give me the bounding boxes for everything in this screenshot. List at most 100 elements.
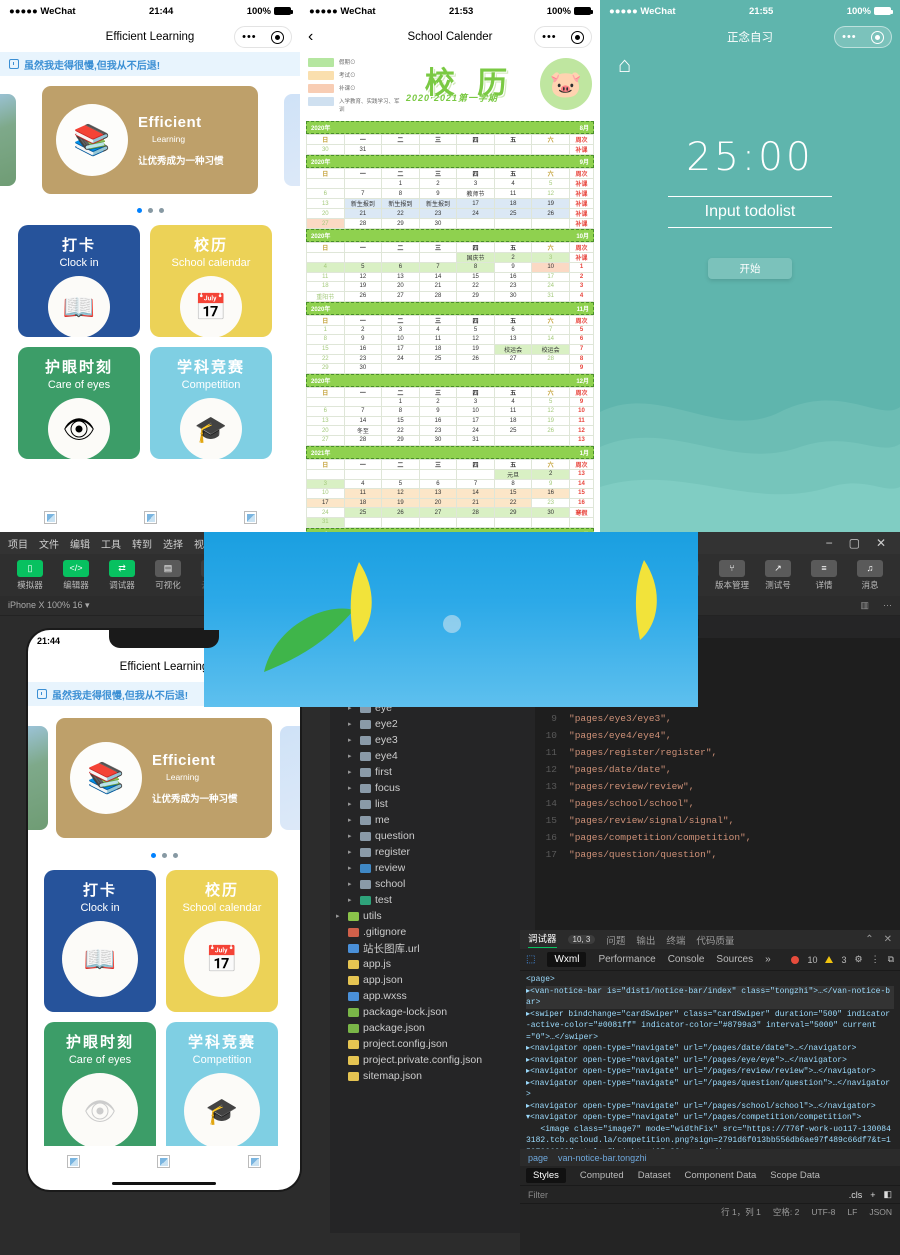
minimize-button[interactable]: − [826,536,833,550]
calendar-day-cell[interactable] [343,468,383,480]
calendar-day-cell[interactable]: 9 [569,363,594,374]
calendar-day-cell[interactable] [531,363,570,374]
add-rule-button[interactable]: + [870,1190,875,1200]
calendar-day-cell[interactable]: 20 [381,281,420,292]
calendar-day-cell[interactable]: 12 [531,406,570,417]
calendar-day-cell[interactable]: 7 [531,324,570,335]
calendar-day-cell[interactable]: 29 [493,507,533,518]
calendar-day-cell[interactable]: 21 [418,281,458,292]
close-button[interactable]: ✕ [876,536,886,550]
calendar-day-cell[interactable]: 7 [343,188,383,199]
calendar-day-cell[interactable] [381,144,420,155]
calendar-day-cell[interactable]: 21 [456,497,495,508]
calendar-day-cell[interactable] [456,363,495,374]
toolbar-simulator[interactable]: ▯ 模拟器 [10,559,50,591]
calendar-day-cell[interactable]: 28 [418,290,458,302]
settings-gear-icon[interactable]: ⚙ [854,954,862,965]
calendar-day-cell[interactable]: 29 [456,290,495,302]
chevron-icon[interactable]: ▸ [348,784,356,792]
calendar-day-cell[interactable] [456,517,495,528]
wxml-tree-view[interactable]: <page> ▸<van-notice-bar is="dist1/notice-… [520,971,900,1149]
tree-folder-register[interactable]: ▸ register [330,844,535,860]
calendar-day-cell[interactable]: 26 [381,507,420,518]
calendar-day-cell[interactable]: 5 [531,178,570,189]
calendar-day-cell[interactable]: 27 [493,353,533,364]
sim-card-swiper[interactable]: 📚 Efficient Learning 让优秀成为一种习惯 [28,718,300,846]
tree-folder-test[interactable]: ▸ test [330,892,535,908]
tree-file-sitemap.json[interactable]: sitemap.json [330,1068,535,1084]
card-care-of-eyes[interactable]: 护眼时刻 Care of eyes 👁 [18,347,140,459]
calendar-day-cell[interactable]: 12 [381,488,420,499]
calendar-day-cell[interactable]: 25 [493,425,533,436]
calendar-day-cell[interactable]: 20 [306,425,345,436]
toolbar-editor[interactable]: </> 编辑器 [56,559,96,591]
calendar-day-cell[interactable] [493,218,533,229]
calendar-day-cell[interactable]: 7 [418,262,458,273]
calendar-day-cell[interactable]: 13 [306,415,345,426]
tab-sources[interactable]: Sources [716,954,753,965]
code-line[interactable]: 11 "pages/register/register", [535,744,900,761]
calendar-day-cell[interactable]: 20 [306,208,345,219]
calendar-day-cell[interactable]: 27 [418,507,458,518]
calendar-day-cell[interactable]: 6 [418,478,458,489]
calendar-day-cell[interactable]: 补课 [569,218,594,229]
calendar-day-cell[interactable]: 9 [531,478,570,489]
calendar-day-cell[interactable]: 19 [531,198,570,209]
menu-item-project[interactable]: 项目 [8,536,28,551]
calendar-day-cell[interactable]: 18 [493,198,533,209]
calendar-day-cell[interactable]: 10 [531,262,570,273]
calendar-day-cell[interactable]: 9 [493,262,533,273]
wxml-node[interactable]: ▸<van-notice-bar is="dist1/notice-bar/in… [526,985,894,1009]
calendar-day-cell[interactable]: 19 [531,415,570,426]
calendar-day-cell[interactable]: 23 [343,353,383,364]
wechat-capsule-menu[interactable]: ••• [234,26,292,48]
calendar-day-cell[interactable]: 13 [306,198,345,209]
tree-file-app.js[interactable]: app.js [330,956,535,972]
calendar-day-cell[interactable]: 28 [531,353,570,364]
encoding[interactable]: UTF-8 [811,1207,835,1217]
tree-folder-first[interactable]: ▸ first [330,764,535,780]
tree-folder-list[interactable]: ▸ list [330,796,535,812]
calendar-day-cell[interactable]: 6 [381,262,420,273]
device-selector[interactable]: iPhone X 100% 16 ▾ [8,600,90,611]
toolbar-messages[interactable]: ♫ 消息 [850,559,890,591]
calendar-day-cell[interactable]: 17 [456,198,495,209]
calendar-day-cell[interactable]: 24 [306,507,345,518]
card-clock-in[interactable]: 打卡 Clock in 📖 [18,225,140,337]
calendar-day-cell[interactable]: 1 [381,396,420,407]
calendar-day-cell[interactable]: 8 [306,334,345,345]
wxml-node[interactable]: ▸<navigator open-type="navigate" url="/p… [526,1066,894,1078]
calendar-day-cell[interactable] [531,218,570,229]
calendar-day-cell[interactable]: 2 [343,324,383,335]
calendar-day-cell[interactable]: 30 [418,435,458,446]
code-line[interactable]: 17 "pages/question/question", [535,846,900,863]
indicator-dot-3[interactable] [158,208,164,213]
calendar-day-cell[interactable]: 13 [569,468,594,480]
dock-icon[interactable]: ⧉ [888,954,894,965]
calendar-day-cell[interactable]: 10 [381,334,420,345]
calendar-day-cell[interactable]: 15 [493,488,533,499]
calendar-day-cell[interactable]: 5 [456,324,495,335]
menu-item-select[interactable]: 选择 [163,536,183,551]
calendar-day-cell[interactable]: 11 [418,334,458,345]
calendar-day-cell[interactable]: 3 [306,478,345,489]
calendar-day-cell[interactable]: 新生报到 [418,198,458,209]
close-panel-icon[interactable]: ✕ [884,934,892,945]
calendar-day-cell[interactable]: 4 [343,478,383,489]
wxml-node[interactable]: <image class="image7" mode="widthFix" sr… [526,1124,894,1150]
calendar-day-cell[interactable]: 9 [343,334,383,345]
calendar-day-cell[interactable]: 1 [306,324,345,335]
calendar-day-cell[interactable]: 16 [569,497,594,508]
calendar-day-cell[interactable]: 6 [306,406,345,417]
calendar-day-cell[interactable]: 31 [531,290,570,302]
calendar-day-cell[interactable] [381,363,420,374]
more-tabs-icon[interactable]: » [765,954,771,965]
calendar-day-cell[interactable]: 校运会 [531,343,570,355]
code-line[interactable]: 14 "pages/school/school", [535,795,900,812]
calendar-day-cell[interactable] [456,144,495,155]
indicator-dot-2[interactable] [161,853,167,858]
calendar-day-cell[interactable]: 25 [493,208,533,219]
calendar-day-cell[interactable]: 28 [343,435,383,446]
calendar-day-cell[interactable]: 31 [306,517,345,528]
calendar-day-cell[interactable]: 7 [343,406,383,417]
